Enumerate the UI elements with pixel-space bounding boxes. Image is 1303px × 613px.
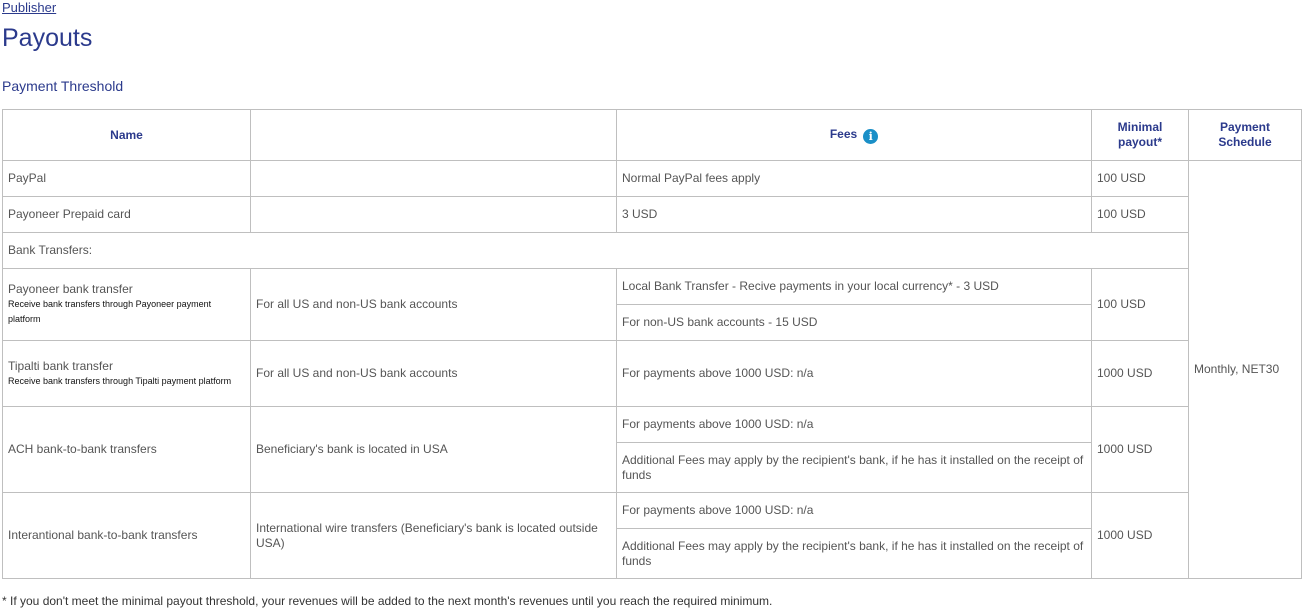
cell-fee: Additional Fees may apply by the recipie… [616,528,1092,579]
cell-description: International wire transfers (Beneficiar… [250,492,617,579]
table-row-ach: ACH bank-to-bank transfers Beneficiary's… [2,406,1302,493]
cell-description: Beneficiary's bank is located in USA [250,406,617,493]
cell-name-title: Tipalti bank transfer [8,358,113,373]
header-fees-label: Fees [829,126,858,141]
table-row-international: Interantional bank-to-bank transfers Int… [2,492,1302,579]
section-title: Payment Threshold [2,78,124,94]
cell-minimal-payout: 100 USD [1091,196,1189,233]
cell-minimal-payout: 1000 USD [1091,340,1189,407]
cell-description [250,160,617,197]
cell-name: Payoneer bank transfer Receive bank tran… [2,268,251,341]
cell-fee: For payments above 1000 USD: n/a [616,406,1092,443]
cell-minimal-payout: 100 USD [1091,160,1189,197]
header-minimal-payout: Minimal payout* [1091,109,1189,161]
header-fees: Fees i [616,109,1092,161]
breadcrumb-publisher-link[interactable]: Publisher [2,0,56,15]
cell-group-label: Bank Transfers: [2,232,1189,269]
cell-minimal-payout: 1000 USD [1091,492,1189,579]
cell-fee: Additional Fees may apply by the recipie… [616,442,1092,493]
cell-name: Payoneer Prepaid card [2,196,251,233]
info-icon[interactable]: i [863,128,879,144]
header-description [250,109,617,161]
table-row-payoneer-card: Payoneer Prepaid card 3 USD 100 USD [2,196,1302,233]
page-title: Payouts [2,24,93,52]
payouts-table: Name Fees i Minimal payout* Payment Sched… [2,109,1302,579]
cell-fee: For non-US bank accounts - 15 USD [616,304,1092,341]
cell-fee: For payments above 1000 USD: n/a [616,340,1092,407]
table-header-row: Name Fees i Minimal payout* Payment Sched… [2,109,1302,161]
cell-name-subtitle: Receive bank transfers through Tipalti p… [8,375,232,386]
table-row-paypal: PayPal Normal PayPal fees apply 100 USD … [2,160,1302,579]
cell-name: PayPal [2,160,251,197]
cell-fee: 3 USD [616,196,1092,233]
cell-description: For all US and non-US bank accounts [250,268,617,341]
cell-fee: Local Bank Transfer - Recive payments in… [616,268,1092,305]
cell-name: ACH bank-to-bank transfers [2,406,251,493]
header-payment-schedule: Payment Schedule [1188,109,1302,161]
cell-payment-schedule: Monthly, NET30 [1188,160,1302,579]
table-row-bank-transfers-group: Bank Transfers: [2,232,1302,269]
cell-minimal-payout: 100 USD [1091,268,1189,341]
table-row-tipalti: Tipalti bank transfer Receive bank trans… [2,340,1302,407]
cell-name: Interantional bank-to-bank transfers [2,492,251,579]
cell-description [250,196,617,233]
cell-fee: Normal PayPal fees apply [616,160,1092,197]
cell-name: Tipalti bank transfer Receive bank trans… [2,340,251,407]
cell-name-title: Payoneer bank transfer [8,282,133,296]
cell-description: For all US and non-US bank accounts [250,340,617,407]
header-name: Name [2,109,251,161]
cell-name-subtitle: Receive bank transfers through Payoneer … [8,299,212,324]
table-row-payoneer-bank: Payoneer bank transfer Receive bank tran… [2,268,1302,341]
cell-minimal-payout: 1000 USD [1091,406,1189,493]
cell-fee: For payments above 1000 USD: n/a [616,492,1092,529]
footnote: * If you don't meet the minimal payout t… [2,594,773,608]
